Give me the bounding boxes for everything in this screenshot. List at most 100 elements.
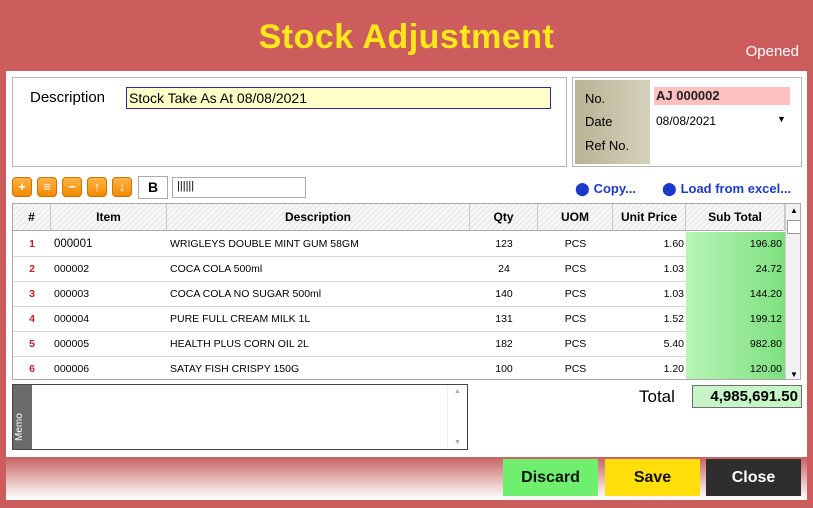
memo-scrollbar[interactable]: ▲ ▼	[447, 385, 467, 449]
memo-label: Memo	[14, 413, 25, 441]
column-header-uom[interactable]: UOM	[538, 204, 613, 231]
scroll-up-icon[interactable]: ▲	[454, 388, 461, 395]
date-field[interactable]: 08/08/2021	[656, 114, 716, 128]
table-row[interactable]: 2 000002 COCA COLA 500ml 24 PCS 1.03 24.…	[13, 257, 785, 282]
table-row[interactable]: 1 000001 WRIGLEYS DOUBLE MINT GUM 58GM 1…	[13, 232, 785, 257]
column-header-unit-price[interactable]: Unit Price	[613, 204, 686, 231]
column-header-qty[interactable]: Qty	[470, 204, 538, 231]
status-label: Opened	[745, 43, 799, 60]
minus-icon: −	[68, 179, 76, 194]
qty-cell[interactable]: 131	[470, 307, 538, 332]
uom-cell[interactable]: PCS	[538, 332, 613, 357]
arrow-up-icon: ↑	[93, 179, 101, 194]
window-title: Stock Adjustment	[258, 18, 555, 56]
memo-side-tab: Memo	[13, 385, 32, 449]
uom-cell[interactable]: PCS	[538, 357, 613, 379]
sub-total-cell: 196.80	[686, 232, 785, 257]
scroll-down-icon[interactable]: ▼	[786, 370, 800, 379]
ref-no-label: Ref No.	[585, 138, 630, 153]
item-description: SATAY FISH CRISPY 150G	[170, 363, 300, 375]
scroll-up-icon[interactable]: ▲	[786, 206, 800, 215]
unit-price-cell[interactable]: 1.20	[613, 357, 684, 379]
uom-cell[interactable]: PCS	[538, 257, 613, 282]
copy-link-label: Copy...	[593, 181, 636, 196]
description-label: Description	[30, 89, 106, 106]
description-input[interactable]: Stock Take As At 08/08/2021	[126, 87, 551, 109]
unit-price-cell[interactable]: 1.60	[613, 232, 684, 257]
item-code[interactable]: 000004	[54, 307, 164, 332]
column-header-number[interactable]: #	[13, 204, 51, 231]
item-code[interactable]: 000002	[54, 257, 164, 282]
uom-cell[interactable]: PCS	[538, 232, 613, 257]
qty-cell[interactable]: 182	[470, 332, 538, 357]
uom-cell[interactable]: PCS	[538, 307, 613, 332]
insert-row-icon: ≡	[43, 179, 51, 194]
unit-price-cell[interactable]: 1.52	[613, 307, 684, 332]
unit-price-cell[interactable]: 1.03	[613, 257, 684, 282]
table-row[interactable]: 3 000003 COCA COLA NO SUGAR 500ml 140 PC…	[13, 282, 785, 307]
arrow-down-icon: ↓	[118, 179, 126, 194]
load-from-excel-link[interactable]: ⬤ Load from excel...	[662, 181, 791, 197]
info-label-column: No. Date Ref No.	[575, 80, 650, 164]
barcode-input[interactable]: ||||||	[172, 177, 306, 198]
remove-row-button[interactable]: −	[62, 177, 82, 197]
move-down-button[interactable]: ↓	[112, 177, 132, 197]
column-header-item[interactable]: Item	[51, 204, 167, 231]
item-description: HEALTH PLUS CORN OIL 2L	[170, 338, 309, 350]
qty-cell[interactable]: 24	[470, 257, 538, 282]
sub-total-cell: 120.00	[686, 357, 785, 379]
load-link-label: Load from excel...	[680, 181, 792, 196]
unit-price-cell[interactable]: 5.40	[613, 332, 684, 357]
item-description: COCA COLA 500ml	[170, 263, 263, 275]
table-row[interactable]: 6 000006 SATAY FISH CRISPY 150G 100 PCS …	[13, 357, 785, 379]
barcode-icon: ||||||	[177, 180, 195, 192]
grid-scrollbar[interactable]: ▲ ▼	[785, 204, 800, 379]
grid-header: # Item Description Qty UOM Unit Price Su…	[13, 204, 800, 231]
item-code[interactable]: 000006	[54, 357, 164, 379]
memo-input[interactable]	[33, 385, 447, 449]
bold-button[interactable]: B	[138, 176, 168, 199]
qty-cell[interactable]: 140	[470, 282, 538, 307]
stock-adjustment-window: Stock Adjustment Opened Description Stoc…	[0, 0, 813, 508]
map-pin-icon: ⬤	[575, 181, 590, 196]
map-pin-icon: ⬤	[662, 181, 677, 196]
item-description: WRIGLEYS DOUBLE MINT GUM 58GM	[170, 238, 359, 250]
sub-total-cell: 199.12	[686, 307, 785, 332]
row-number: 6	[29, 363, 35, 375]
date-label: Date	[585, 114, 613, 129]
document-number: AJ 000002	[654, 87, 790, 105]
table-row[interactable]: 4 000004 PURE FULL CREAM MILK 1L 131 PCS…	[13, 307, 785, 332]
scroll-thumb[interactable]	[787, 220, 800, 234]
item-description: COCA COLA NO SUGAR 500ml	[170, 288, 322, 300]
move-up-button[interactable]: ↑	[87, 177, 107, 197]
sub-total-cell: 982.80	[686, 332, 785, 357]
qty-cell[interactable]: 100	[470, 357, 538, 379]
sub-total-cell: 24.72	[686, 257, 785, 282]
qty-cell[interactable]: 123	[470, 232, 538, 257]
item-code[interactable]: 000001	[54, 232, 164, 257]
save-button[interactable]: Save	[605, 459, 700, 496]
copy-link[interactable]: ⬤ Copy...	[575, 181, 636, 197]
column-header-description[interactable]: Description	[167, 204, 470, 231]
item-code[interactable]: 000003	[54, 282, 164, 307]
column-header-sub-total[interactable]: Sub Total	[686, 204, 785, 231]
insert-row-button[interactable]: ≡	[37, 177, 57, 197]
row-number: 4	[29, 313, 35, 325]
date-dropdown-icon[interactable]: ▼	[777, 114, 786, 124]
document-info-panel: No. Date Ref No. AJ 000002 08/08/2021 ▼	[572, 77, 802, 167]
memo-box: Memo ▲ ▼	[12, 384, 468, 450]
unit-price-cell[interactable]: 1.03	[613, 282, 684, 307]
scroll-down-icon[interactable]: ▼	[454, 439, 461, 446]
table-row[interactable]: 5 000005 HEALTH PLUS CORN OIL 2L 182 PCS…	[13, 332, 785, 357]
row-number: 5	[29, 338, 35, 350]
row-number: 3	[29, 288, 35, 300]
total-label: Total	[639, 387, 675, 406]
uom-cell[interactable]: PCS	[538, 282, 613, 307]
add-row-button[interactable]: +	[12, 177, 32, 197]
discard-button[interactable]: Discard	[503, 459, 598, 496]
close-button[interactable]: Close	[706, 459, 801, 496]
row-number: 2	[29, 263, 35, 275]
plus-icon: +	[18, 179, 26, 194]
item-code[interactable]: 000005	[54, 332, 164, 357]
items-grid: # Item Description Qty UOM Unit Price Su…	[12, 203, 801, 380]
